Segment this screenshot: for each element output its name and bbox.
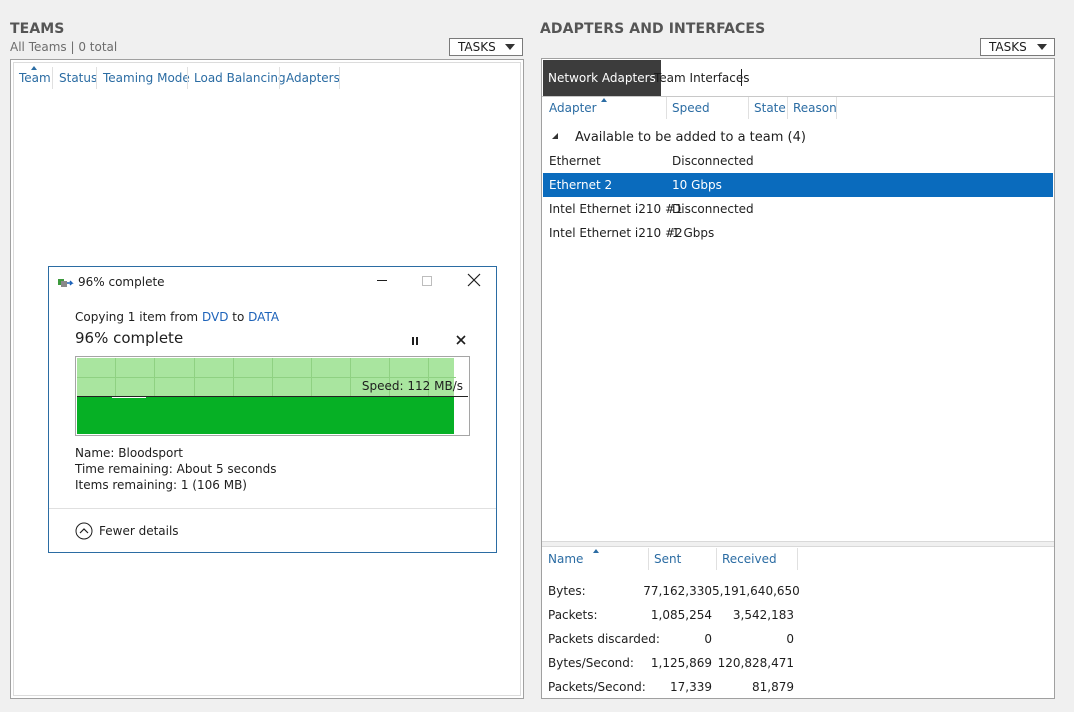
pause-icon[interactable] xyxy=(411,335,419,345)
col-reason[interactable]: Reason xyxy=(793,101,837,115)
collapse-triangle-icon[interactable] xyxy=(552,133,558,139)
teams-title: TEAMS xyxy=(10,21,65,37)
stat-received: 0 xyxy=(786,632,794,646)
stat-sent: 1,125,869 xyxy=(650,656,712,670)
maximize-icon xyxy=(422,276,432,286)
tab-team-interfaces[interactable]: Team Interfaces xyxy=(654,71,750,85)
col-speed[interactable]: Speed xyxy=(672,101,710,115)
adapters-panel: Network Adapters Team Interfaces Adapter… xyxy=(541,58,1055,699)
group-header[interactable]: Available to be added to a team (4) xyxy=(575,130,806,145)
stats-row: Bytes: 77,162,330 5,191,640,650 xyxy=(542,579,1054,603)
stat-name: Bytes/Second: xyxy=(548,656,634,670)
col-load-balancing[interactable]: Load Balancing xyxy=(194,71,286,85)
stat-sent: 1,085,254 xyxy=(650,608,712,622)
chevron-down-icon xyxy=(1037,44,1047,50)
cancel-icon[interactable] xyxy=(456,334,466,345)
adapter-speed: Disconnected xyxy=(672,154,754,168)
minimize-icon[interactable] xyxy=(377,280,387,281)
adapter-speed: 1 Gbps xyxy=(672,226,715,240)
list-item[interactable]: Intel Ethernet i210 #1 Disconnected xyxy=(543,197,1053,221)
stat-received: 81,879 xyxy=(752,680,794,694)
list-item-selected[interactable]: Ethernet 2 10 Gbps xyxy=(543,173,1053,197)
copy-icon xyxy=(58,277,74,289)
sort-ascending-icon xyxy=(31,66,37,70)
close-icon[interactable] xyxy=(467,273,481,287)
chevron-down-icon xyxy=(505,44,515,50)
speed-label: Speed: 112 MB/s xyxy=(361,379,463,393)
stats-row: Packets/Second: 17,339 81,879 xyxy=(542,675,1054,699)
destination-link[interactable]: DATA xyxy=(248,310,279,324)
list-item[interactable]: Ethernet Disconnected xyxy=(543,149,1053,173)
speed-line xyxy=(77,396,468,397)
stats-row: Packets discarded: 0 0 xyxy=(542,627,1054,651)
col-received[interactable]: Received xyxy=(722,552,777,566)
col-name[interactable]: Name xyxy=(548,552,583,566)
col-status[interactable]: Status xyxy=(59,71,97,85)
adapters-title: ADAPTERS AND INTERFACES xyxy=(540,21,766,37)
col-teaming-mode[interactable]: Teaming Mode xyxy=(103,71,190,85)
col-adapters[interactable]: Adapters xyxy=(286,71,340,85)
stat-received: 120,828,471 xyxy=(717,656,794,670)
col-sent[interactable]: Sent xyxy=(654,552,681,566)
adapters-tasks-button[interactable]: TASKS xyxy=(980,38,1055,56)
dialog-title: 96% complete xyxy=(78,275,165,289)
stat-received: 3,542,183 xyxy=(732,608,794,622)
items-remaining-line: Items remaining: 1 (106 MB) xyxy=(75,478,247,492)
stat-name: Bytes: xyxy=(548,584,586,598)
source-link[interactable]: DVD xyxy=(202,310,228,324)
col-state[interactable]: State xyxy=(754,101,786,115)
stat-name: Packets: xyxy=(548,608,598,622)
adapter-name: Intel Ethernet i210 #2 xyxy=(549,226,683,240)
text-cursor xyxy=(741,69,742,86)
list-item[interactable]: Intel Ethernet i210 #2 1 Gbps xyxy=(543,221,1053,245)
col-adapter[interactable]: Adapter xyxy=(549,101,597,115)
adapter-speed: Disconnected xyxy=(672,202,754,216)
stat-sent: 0 xyxy=(704,632,712,646)
progress-fill xyxy=(77,397,454,434)
stat-sent: 77,162,330 xyxy=(643,584,712,598)
tab-network-adapters[interactable]: Network Adapters xyxy=(543,60,661,96)
progress-heading: 96% complete xyxy=(75,329,184,347)
time-remaining-line: Time remaining: About 5 seconds xyxy=(75,462,277,476)
sort-ascending-icon xyxy=(601,98,607,102)
teams-tasks-button[interactable]: TASKS xyxy=(449,38,523,56)
tasks-label: TASKS xyxy=(989,40,1027,54)
stat-name: Packets/Second: xyxy=(548,680,646,694)
pane-splitter[interactable] xyxy=(542,541,1054,547)
stats-row: Packets: 1,085,254 3,542,183 xyxy=(542,603,1054,627)
copy-speed-graph: Speed: 112 MB/s xyxy=(75,356,470,436)
tasks-label: TASKS xyxy=(458,40,496,54)
stat-received: 5,191,640,650 xyxy=(712,584,800,598)
adapter-name: Ethernet 2 xyxy=(549,178,613,192)
chevron-up-circle-icon[interactable] xyxy=(75,522,93,540)
adapter-name: Ethernet xyxy=(549,154,601,168)
stat-sent: 17,339 xyxy=(670,680,712,694)
teams-subtitle: All Teams | 0 total xyxy=(10,40,118,54)
name-line: Name: Bloodsport xyxy=(75,446,183,460)
copy-description: Copying 1 item from DVD to DATA xyxy=(75,310,280,324)
adapter-speed: 10 Gbps xyxy=(672,178,722,192)
col-team[interactable]: Team xyxy=(19,71,51,85)
fewer-details-button[interactable]: Fewer details xyxy=(99,524,179,538)
adapter-name: Intel Ethernet i210 #1 xyxy=(549,202,683,216)
sort-ascending-icon xyxy=(593,549,599,553)
stats-row: Bytes/Second: 1,125,869 120,828,471 xyxy=(542,651,1054,675)
